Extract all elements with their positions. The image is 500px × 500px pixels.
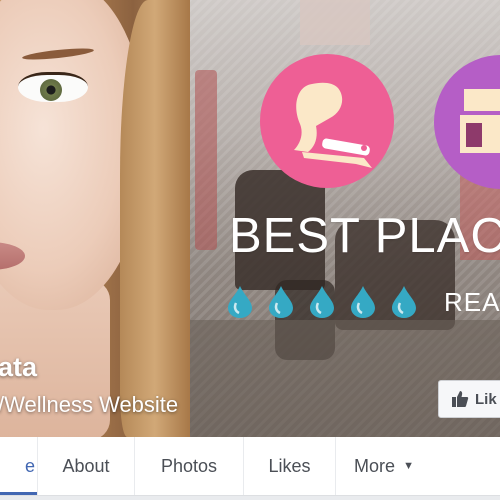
page-category[interactable]: /Wellness Website <box>0 392 178 418</box>
salon-floor <box>180 320 500 437</box>
tab-more-label: More <box>354 455 396 476</box>
thumbs-up-icon <box>452 391 469 407</box>
tab-about[interactable]: About <box>38 437 135 495</box>
tab-photos-label: Photos <box>160 455 218 476</box>
tab-photos[interactable]: Photos <box>135 437 244 495</box>
cover-headline: BEST PLACE <box>229 209 500 263</box>
cover-tagline: REAL <box>444 287 500 317</box>
water-drop-icon <box>310 286 334 318</box>
water-drop-icon <box>351 286 375 318</box>
water-drop-icon <box>269 286 293 318</box>
tab-more[interactable]: More ▼ <box>336 437 432 495</box>
rating-drops <box>222 283 422 319</box>
tab-likes-label: Likes <box>268 455 311 476</box>
page-name[interactable]: ata <box>0 352 37 383</box>
caret-down-icon: ▼ <box>403 460 414 472</box>
tab-home[interactable]: e <box>0 437 38 495</box>
hair-styling-icon <box>260 54 394 188</box>
salon-background <box>195 70 217 250</box>
eyebrow <box>21 46 95 62</box>
eye <box>18 72 88 102</box>
hair-strand <box>120 0 190 437</box>
iris <box>40 79 62 101</box>
water-drop-icon <box>228 286 252 318</box>
cover-photo[interactable]: BEST PLACE REAL ata /Wellness Website Li… <box>0 0 500 437</box>
lips <box>0 242 25 270</box>
water-drop-icon <box>392 286 416 318</box>
tab-likes[interactable]: Likes <box>244 437 336 495</box>
tab-about-label: About <box>62 455 110 476</box>
like-page-button[interactable]: Lik <box>438 380 500 418</box>
like-button-label: Lik <box>475 390 497 408</box>
tab-home-label: e <box>24 455 35 476</box>
page-nav-tabs: e About Photos Likes More ▼ <box>0 437 500 496</box>
salon-background <box>300 0 370 45</box>
